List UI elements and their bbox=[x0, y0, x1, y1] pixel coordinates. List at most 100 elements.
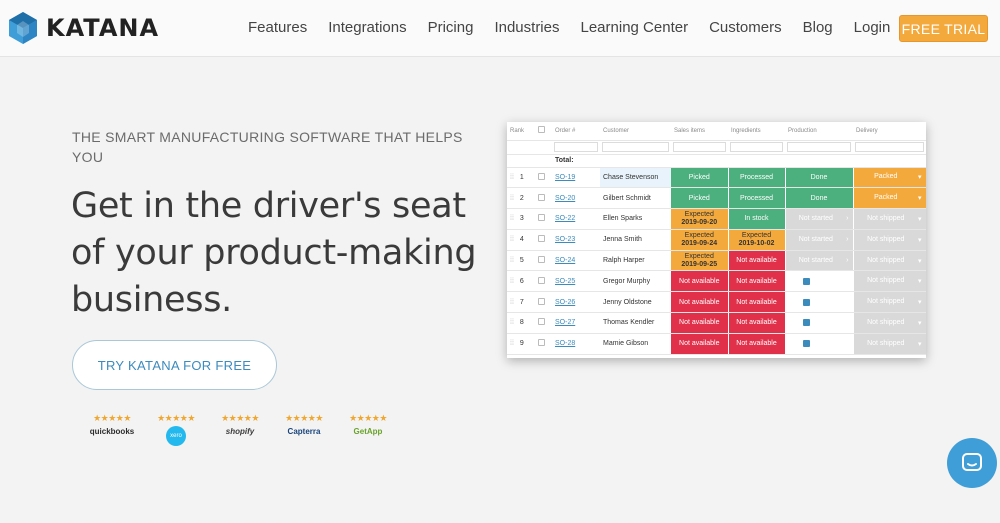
col-customer[interactable]: Customer bbox=[600, 122, 671, 141]
ingredients-status-cell[interactable]: Not available bbox=[728, 333, 786, 355]
customer-cell[interactable]: Gregor Murphy bbox=[600, 270, 671, 293]
col-production[interactable]: Production bbox=[785, 122, 853, 141]
order-link[interactable]: SO-22 bbox=[555, 215, 575, 222]
sales-status-cell[interactable]: Not available bbox=[671, 312, 729, 334]
table-row[interactable]: ⁞⁞ 9 SO-28 Mamie Gibson Not available Not ava… bbox=[507, 333, 926, 355]
drag-handle-icon[interactable]: ⁞⁞ bbox=[510, 174, 514, 181]
order-link[interactable]: SO-26 bbox=[555, 299, 575, 306]
order-cell[interactable]: SO-22 bbox=[552, 208, 600, 230]
free-trial-button[interactable]: FREE TRIAL bbox=[899, 15, 988, 42]
order-cell[interactable]: SO-28 bbox=[552, 333, 600, 355]
table-row[interactable]: ⁞⁞ 2 SO-20 Gilbert Schmidt Picked Processed Do… bbox=[507, 187, 926, 210]
ingredients-status-cell[interactable]: Not available bbox=[728, 291, 786, 314]
brand-logo[interactable]: KATANA bbox=[8, 11, 159, 45]
customer-cell[interactable]: Ellen Sparks bbox=[600, 208, 671, 230]
delivery-status-cell[interactable]: Not shipped ▾ bbox=[853, 270, 926, 293]
select-cell[interactable] bbox=[535, 312, 552, 334]
ingredients-status-cell[interactable]: In stock bbox=[728, 208, 786, 230]
order-link[interactable]: SO-25 bbox=[555, 278, 575, 285]
customer-cell[interactable]: Jenna Smith bbox=[600, 229, 671, 251]
delivery-status-cell[interactable]: Not shipped ▾ bbox=[853, 333, 926, 355]
customer-cell[interactable]: Mamie Gibson bbox=[600, 333, 671, 355]
customer-cell[interactable]: Chase Stevenson bbox=[600, 167, 671, 189]
production-filter-input[interactable] bbox=[787, 142, 851, 152]
nav-blog[interactable]: Blog bbox=[803, 19, 833, 36]
drag-handle-icon[interactable]: ⁞⁞ bbox=[510, 195, 514, 202]
order-filter-input[interactable] bbox=[554, 142, 598, 152]
nav-login[interactable]: Login bbox=[854, 19, 891, 36]
sales-status-cell[interactable]: Expected 2019-09-24 bbox=[671, 229, 729, 251]
ingredients-status-cell[interactable]: Expected 2019-10-02 bbox=[728, 229, 786, 251]
delivery-status-cell[interactable]: Not shipped ▾ bbox=[853, 208, 926, 230]
select-cell[interactable] bbox=[535, 208, 552, 230]
row-checkbox[interactable] bbox=[538, 297, 545, 305]
ingredients-filter-input[interactable] bbox=[730, 142, 783, 152]
sales-status-cell[interactable]: Not available bbox=[671, 270, 729, 293]
production-status-cell[interactable]: Make... bbox=[785, 270, 854, 293]
drag-handle-icon[interactable]: ⁞⁞ bbox=[510, 340, 514, 347]
row-checkbox[interactable] bbox=[538, 193, 545, 201]
sales-status-cell[interactable]: Not available bbox=[671, 291, 729, 314]
delivery-status-cell[interactable]: Packed ▾ bbox=[853, 167, 926, 189]
order-cell[interactable]: SO-26 bbox=[552, 291, 600, 314]
row-checkbox[interactable] bbox=[538, 318, 545, 326]
production-status-cell[interactable]: Not started › bbox=[785, 250, 854, 272]
select-cell[interactable] bbox=[535, 187, 552, 210]
sales-status-cell[interactable]: Not available bbox=[671, 333, 729, 355]
col-sales-items[interactable]: Sales items bbox=[671, 122, 728, 141]
sales-status-cell[interactable]: Picked bbox=[671, 187, 729, 210]
nav-industries[interactable]: Industries bbox=[494, 19, 559, 36]
col-delivery[interactable]: Delivery bbox=[853, 122, 926, 141]
order-link[interactable]: SO-23 bbox=[555, 236, 575, 243]
customer-filter-input[interactable] bbox=[602, 142, 669, 152]
customer-cell[interactable]: Gilbert Schmidt bbox=[600, 187, 671, 210]
table-row[interactable]: ⁞⁞ 4 SO-23 Jenna Smith Expected 2019-09-24 Exp… bbox=[507, 229, 926, 251]
ingredients-status-cell[interactable]: Processed bbox=[728, 167, 786, 189]
delivery-filter-input[interactable] bbox=[855, 142, 924, 152]
table-row[interactable]: ⁞⁞ 1 SO-19 Chase Stevenson Picked Processed Do… bbox=[507, 167, 926, 189]
customer-cell[interactable]: Thomas Kendler bbox=[600, 312, 671, 334]
chat-launcher-button[interactable] bbox=[947, 438, 997, 488]
try-katana-button[interactable]: TRY KATANA FOR FREE bbox=[72, 340, 277, 390]
select-cell[interactable] bbox=[535, 333, 552, 355]
customer-cell[interactable]: Jenny Oldstone bbox=[600, 291, 671, 314]
order-cell[interactable]: SO-24 bbox=[552, 250, 600, 272]
col-order[interactable]: Order # bbox=[552, 122, 600, 141]
production-status-cell[interactable]: Make... bbox=[785, 291, 854, 314]
order-cell[interactable]: SO-23 bbox=[552, 229, 600, 251]
delivery-status-cell[interactable]: Not shipped ▾ bbox=[853, 312, 926, 334]
production-status-cell[interactable]: Make... bbox=[785, 333, 854, 355]
nav-features[interactable]: Features bbox=[248, 19, 307, 36]
order-cell[interactable]: SO-27 bbox=[552, 312, 600, 334]
ingredients-status-cell[interactable]: Not available bbox=[728, 312, 786, 334]
row-checkbox[interactable] bbox=[538, 276, 545, 284]
row-checkbox[interactable] bbox=[538, 172, 545, 180]
sales-filter-input[interactable] bbox=[673, 142, 726, 152]
delivery-status-cell[interactable]: Packed ▾ bbox=[853, 187, 926, 210]
order-link[interactable]: SO-24 bbox=[555, 257, 575, 264]
table-row[interactable]: ⁞⁞ 5 SO-24 Ralph Harper Expected 2019-09-25 No… bbox=[507, 250, 926, 272]
order-link[interactable]: SO-19 bbox=[555, 174, 575, 181]
ingredients-status-cell[interactable]: Not available bbox=[728, 250, 786, 272]
row-checkbox[interactable] bbox=[538, 235, 545, 243]
order-cell[interactable]: SO-20 bbox=[552, 187, 600, 210]
production-status-cell[interactable]: Not started › bbox=[785, 229, 854, 251]
drag-handle-icon[interactable]: ⁞⁞ bbox=[510, 299, 514, 306]
delivery-status-cell[interactable]: Not shipped ▾ bbox=[853, 291, 926, 314]
drag-handle-icon[interactable]: ⁞⁞ bbox=[510, 278, 514, 285]
sales-status-cell[interactable]: Expected 2019-09-20 bbox=[671, 208, 729, 230]
col-select[interactable] bbox=[535, 122, 552, 141]
ingredients-status-cell[interactable]: Processed bbox=[728, 187, 786, 210]
production-status-cell[interactable]: Not started › bbox=[785, 208, 854, 230]
ingredients-status-cell[interactable]: Not available bbox=[728, 270, 786, 293]
select-cell[interactable] bbox=[535, 250, 552, 272]
table-row[interactable]: ⁞⁞ 3 SO-22 Ellen Sparks Expected 2019-09-20 In… bbox=[507, 208, 926, 230]
row-checkbox[interactable] bbox=[538, 256, 545, 264]
delivery-status-cell[interactable]: Not shipped ▾ bbox=[853, 229, 926, 251]
drag-handle-icon[interactable]: ⁞⁞ bbox=[510, 319, 514, 326]
production-status-cell[interactable]: Make... bbox=[785, 312, 854, 334]
production-status-cell[interactable]: Done bbox=[785, 167, 854, 189]
select-cell[interactable] bbox=[535, 291, 552, 314]
drag-handle-icon[interactable]: ⁞⁞ bbox=[510, 236, 514, 243]
select-cell[interactable] bbox=[535, 167, 552, 189]
